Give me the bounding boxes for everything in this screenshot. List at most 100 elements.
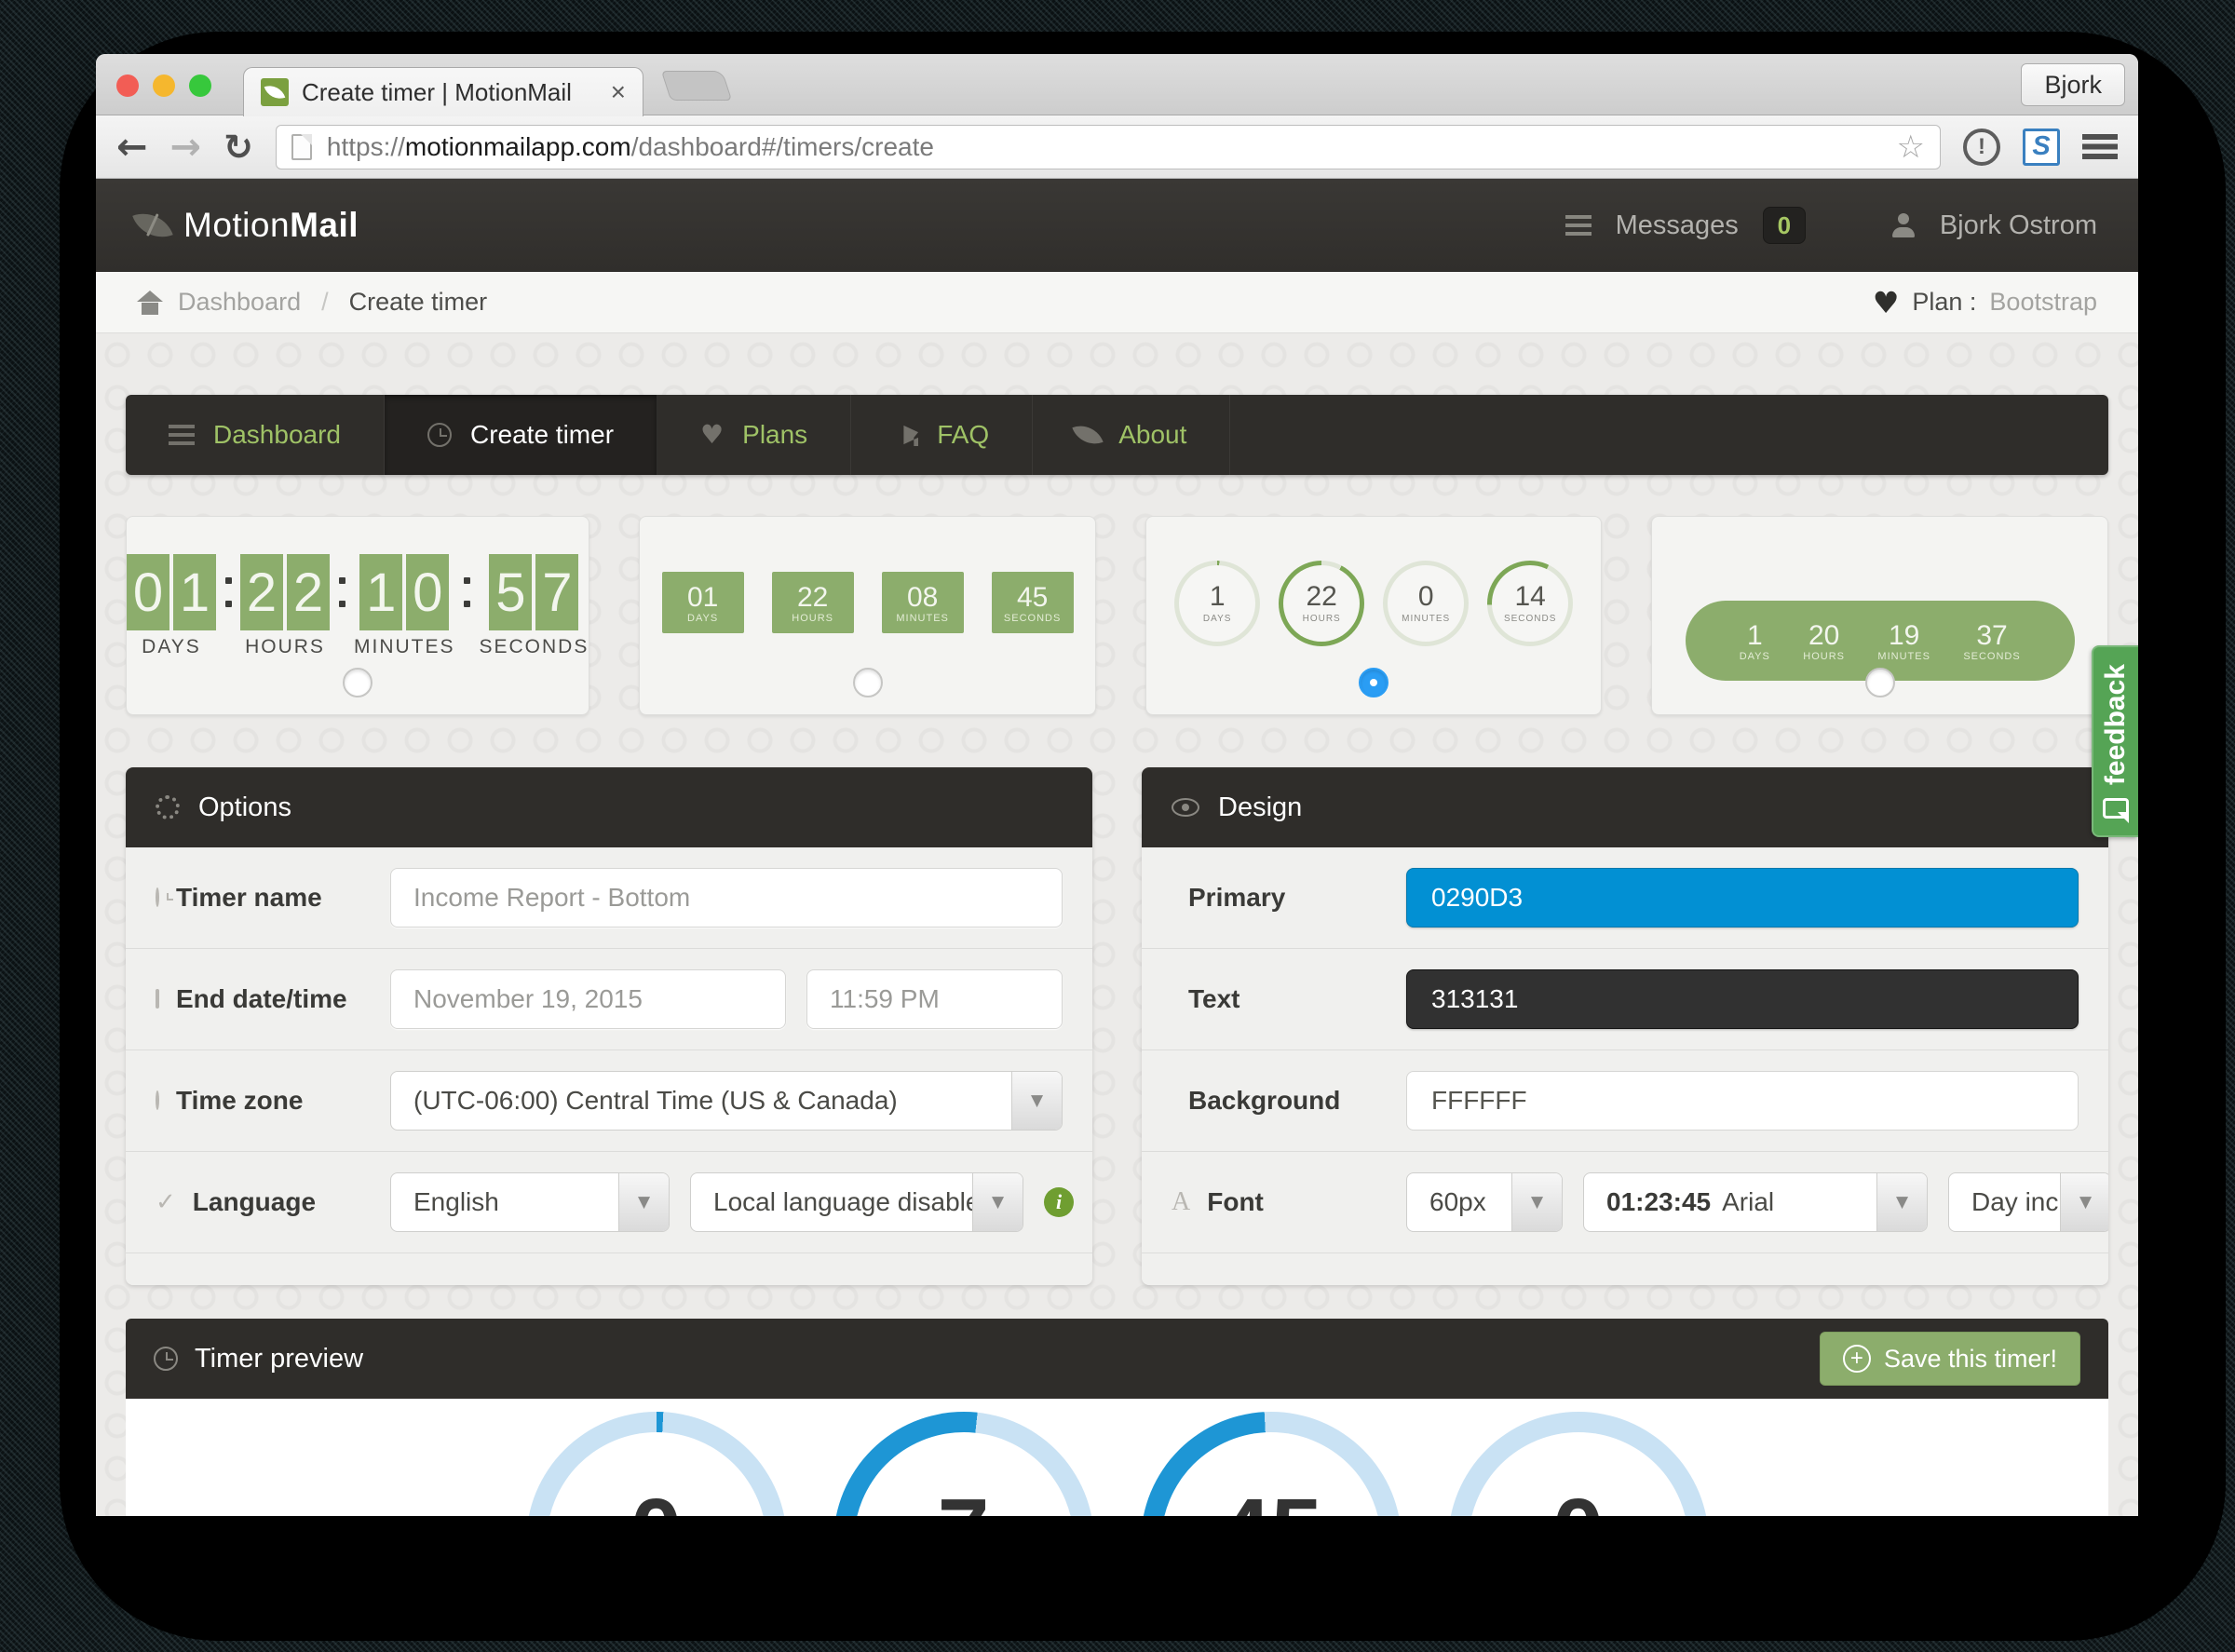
font-icon: A	[1172, 1187, 1190, 1217]
leaf-icon	[1073, 419, 1104, 450]
value: 1	[1747, 620, 1763, 651]
digital-seconds: 5 7 SECONDS	[480, 554, 589, 658]
plan-label: Plan :	[1912, 288, 1976, 317]
digit: 5	[489, 554, 532, 630]
minimize-window-button[interactable]	[153, 74, 175, 97]
nav-label: Create timer	[470, 420, 614, 450]
messages-link[interactable]: Messages	[1616, 210, 1739, 241]
value: 1	[1210, 583, 1226, 611]
language-value: English	[391, 1173, 618, 1231]
user-menu[interactable]: Bjork Ostrom	[1940, 210, 2097, 241]
nav-item-about[interactable]: About	[1033, 395, 1230, 475]
megaphone-icon	[894, 424, 918, 446]
timer-style-card-digital[interactable]: 0 1 DAYS 2 2 HOURS	[126, 516, 589, 715]
options-panel: Options Timer name Income Report - Botto…	[126, 767, 1092, 1285]
tab-close-icon[interactable]: ×	[611, 77, 626, 107]
end-date-input[interactable]: November 19, 2015	[390, 969, 786, 1029]
back-icon[interactable]: ←	[116, 129, 148, 166]
font-family-select[interactable]: 01:23:45Arial ▼	[1583, 1172, 1928, 1232]
browser-tab[interactable]: Create timer | MotionMail ×	[243, 67, 643, 116]
feedback-tab[interactable]: feedback	[2092, 645, 2138, 837]
chevron-down-icon: ▼	[2060, 1173, 2108, 1231]
end-datetime-row: End date/time November 19, 2015 11:59 PM	[126, 949, 1092, 1050]
nav-item-plans[interactable]: ♥ Plans	[657, 395, 851, 475]
unit-label: SECONDS	[1004, 613, 1061, 624]
block-days: 01 DAYS	[662, 572, 744, 633]
zoom-window-button[interactable]	[189, 74, 211, 97]
leaf-icon	[132, 205, 173, 246]
browser-menu-icon[interactable]	[2082, 134, 2118, 159]
panel-footer	[126, 1253, 1092, 1285]
timer-style-card-rings[interactable]: 1DAYS 22HOURS 0MINUTES 14SECONDS	[1145, 516, 1603, 715]
onepassword-extension-icon[interactable]: !	[1963, 129, 2000, 166]
design-panel: Design Primary 0290D3 Text	[1142, 767, 2108, 1285]
font-option-select[interactable]: Day incl... ▼	[1948, 1172, 2108, 1232]
info-icon[interactable]: i	[1044, 1187, 1074, 1217]
background-label: Background	[1188, 1086, 1340, 1116]
nav-label: Plans	[742, 420, 807, 450]
save-timer-button[interactable]: + Save this timer!	[1820, 1332, 2080, 1386]
bookmark-star-icon[interactable]: ☆	[1897, 131, 1925, 163]
unit-label: SECONDS	[480, 636, 589, 658]
style-radio-blocks[interactable]	[853, 668, 883, 697]
font-family-value: 01:23:45Arial	[1584, 1173, 1876, 1231]
unit-label: DAYS	[1203, 614, 1232, 624]
font-size-select[interactable]: 60px ▼	[1406, 1172, 1563, 1232]
style-radio-rings[interactable]	[1359, 668, 1388, 697]
reload-icon[interactable]: ↻	[224, 129, 253, 165]
font-label: Font	[1207, 1187, 1264, 1217]
breadcrumb-dashboard[interactable]: Dashboard	[178, 288, 301, 317]
unit-label: HOURS	[1303, 614, 1341, 624]
nav-item-create-timer[interactable]: Create timer	[385, 395, 657, 475]
close-window-button[interactable]	[116, 74, 139, 97]
preview-ring-seconds: 0	[1448, 1412, 1709, 1516]
breadcrumb-current: Create timer	[349, 288, 488, 317]
primary-color-input[interactable]: 0290D3	[1406, 868, 2079, 928]
browser-profile-button[interactable]: Bjork	[2021, 63, 2125, 106]
digit: 7	[535, 554, 578, 630]
ring-minutes: 0MINUTES	[1383, 561, 1469, 646]
unit-label: HOURS	[1803, 651, 1845, 662]
timezone-select[interactable]: (UTC-06:00) Central Time (US & Canada) ▼	[390, 1071, 1063, 1131]
s-extension-icon[interactable]: S	[2023, 129, 2060, 166]
user-icon	[1891, 213, 1916, 237]
nav-item-dashboard[interactable]: Dashboard	[126, 395, 385, 475]
style-radio-digital[interactable]	[343, 668, 372, 697]
ring-seconds: 14SECONDS	[1487, 561, 1573, 646]
style-radio-pill[interactable]	[1865, 668, 1895, 697]
pill-hours: 20 HOURS	[1803, 620, 1845, 662]
check-icon: ✓	[156, 1188, 176, 1216]
end-time-input[interactable]: 11:59 PM	[806, 969, 1063, 1029]
nav-label: About	[1118, 420, 1186, 450]
block-seconds: 45 SECONDS	[992, 572, 1074, 633]
font-size-value: 60px	[1407, 1173, 1511, 1231]
panel-title: Design	[1218, 792, 1302, 823]
end-datetime-label: End date/time	[176, 984, 347, 1014]
address-bar[interactable]: https://motionmailapp.com/dashboard#/tim…	[276, 125, 1941, 169]
heart-icon: ♥	[700, 422, 724, 448]
motionmail-logo[interactable]: MotionMail	[137, 206, 359, 245]
new-tab-button[interactable]	[661, 71, 732, 101]
font-row: A Font 60px ▼ 01:23:45Arial ▼ D	[1142, 1152, 2108, 1253]
font-option-value: Day incl...	[1949, 1173, 2060, 1231]
background-color-input[interactable]: FFFFFF	[1406, 1071, 2079, 1131]
globe-icon	[156, 1090, 159, 1110]
font-family-name: Arial	[1722, 1187, 1774, 1217]
feedback-label: feedback	[2100, 664, 2132, 785]
text-color-input[interactable]: 313131	[1406, 969, 2079, 1029]
language-select[interactable]: English ▼	[390, 1172, 670, 1232]
gear-icon	[156, 795, 180, 819]
breadcrumb: Dashboard / Create timer ♥ Plan : Bootst…	[96, 272, 2138, 333]
forward-icon[interactable]: →	[170, 129, 202, 166]
primary-label: Primary	[1188, 883, 1285, 913]
block-hours: 22 HOURS	[772, 572, 854, 633]
nav-item-faq[interactable]: FAQ	[851, 395, 1033, 475]
local-language-select[interactable]: Local language disabled ▼	[690, 1172, 1023, 1232]
timer-name-input[interactable]: Income Report - Bottom	[390, 868, 1063, 928]
url-scheme: https://	[327, 132, 405, 161]
preview-value: 7	[833, 1479, 1094, 1516]
timer-style-card-pill[interactable]: 1 DAYS 20 HOURS 19 MINUTES 37 SECONDS	[1651, 516, 2108, 715]
timer-style-card-blocks[interactable]: 01 DAYS 22 HOURS 08 MINUTES 45 SECONDS	[639, 516, 1096, 715]
timer-name-row: Timer name Income Report - Bottom	[126, 847, 1092, 949]
block-minutes: 08 MINUTES	[882, 572, 964, 633]
